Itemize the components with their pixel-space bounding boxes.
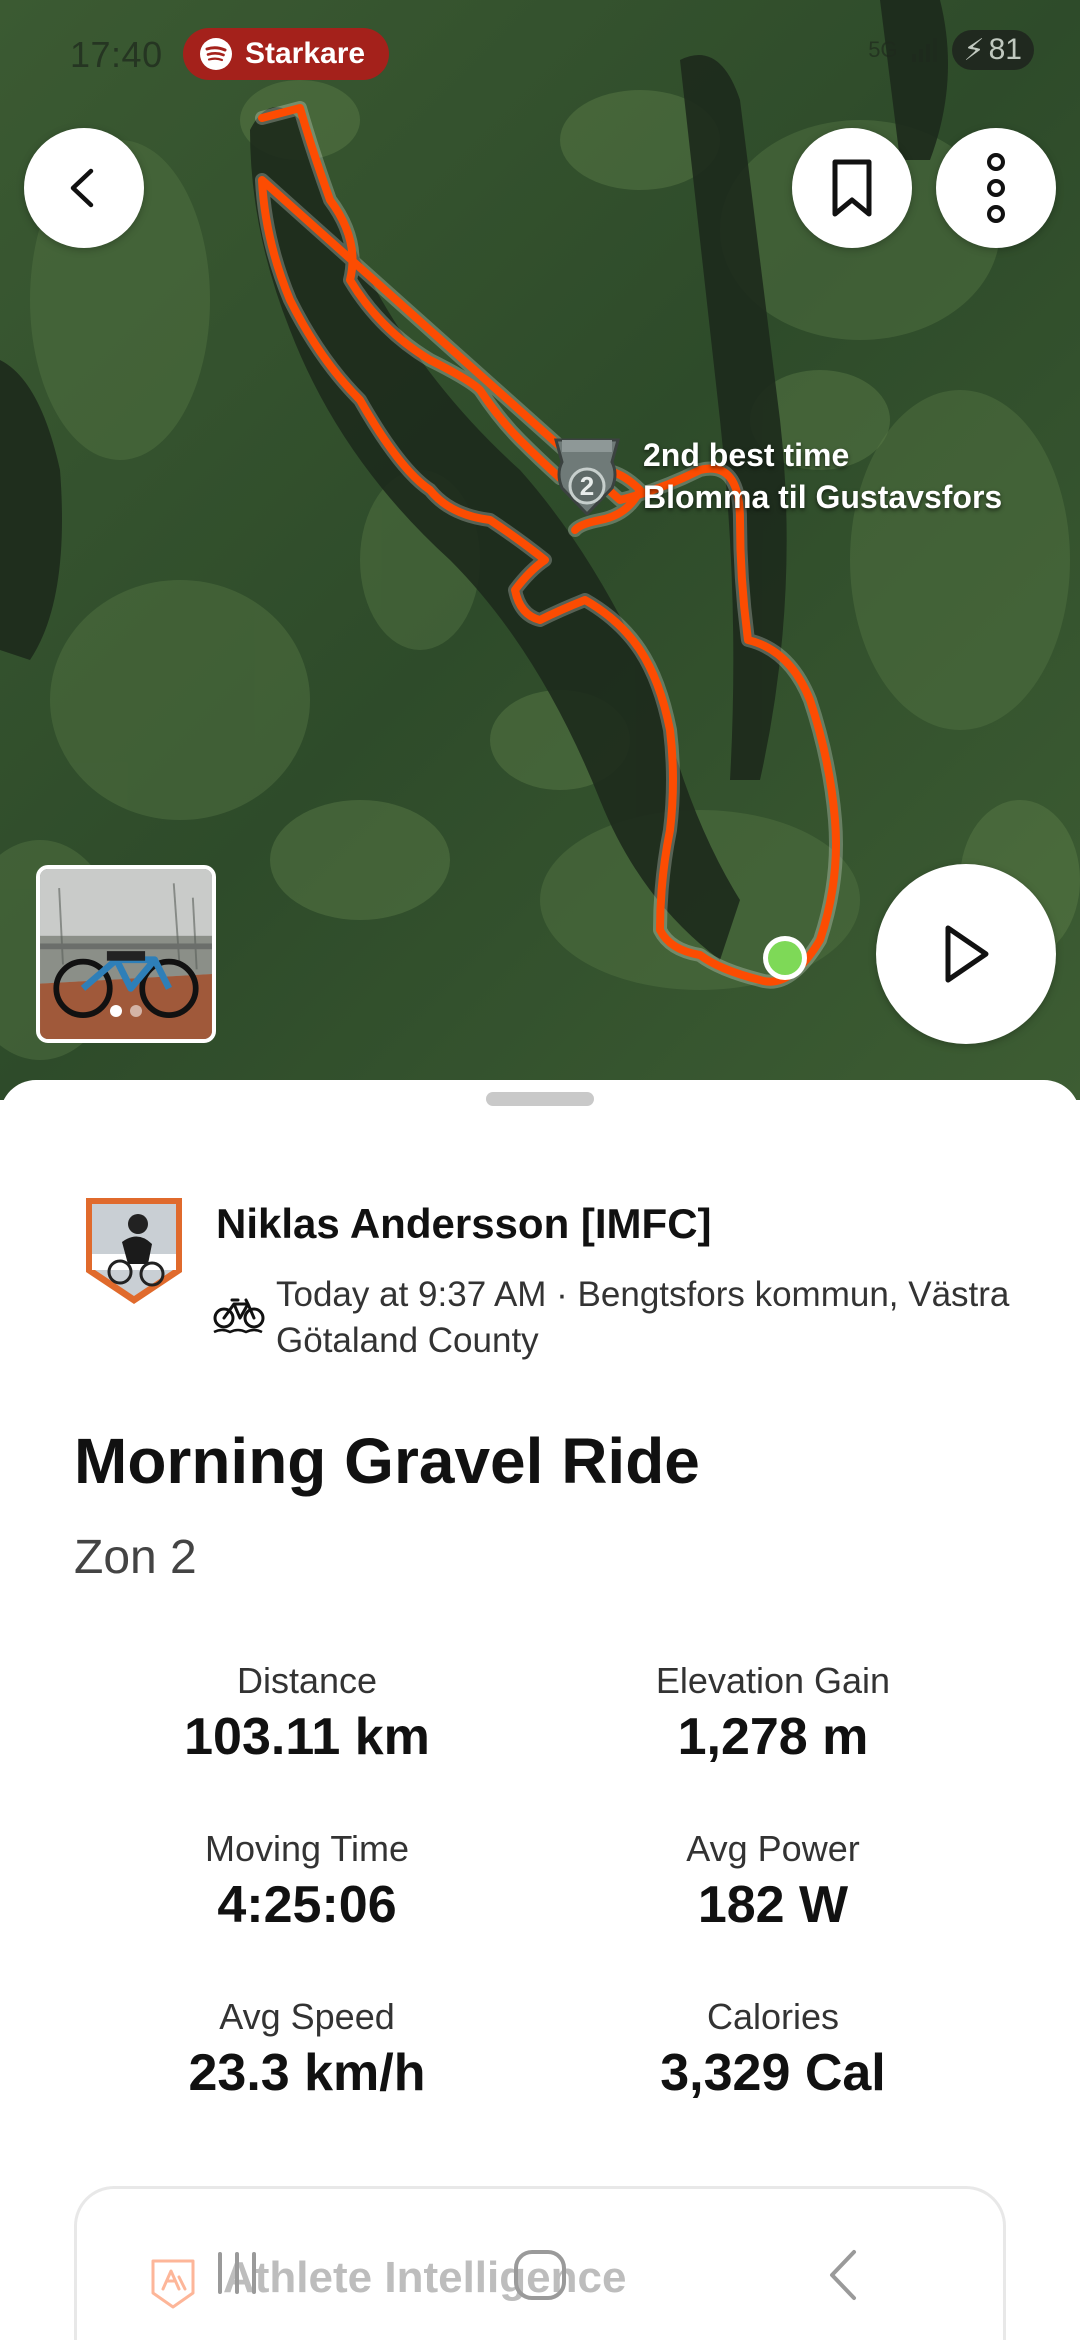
stat-elevation-gain: Elevation Gain 1,278 m — [540, 1660, 1006, 1768]
network-label: 5G — [868, 37, 898, 62]
system-back-icon[interactable] — [822, 2248, 866, 2302]
home-icon[interactable] — [512, 2248, 568, 2304]
stat-value: 182 W — [697, 1876, 849, 1934]
silver-medal-icon: 2 — [554, 438, 620, 517]
flyover-play-button[interactable] — [876, 864, 1056, 1044]
stat-label: Calories — [706, 1996, 840, 2037]
stat-value: 103.11 km — [184, 1708, 430, 1766]
activity-details-sheet[interactable]: Niklas Andersson [IMFC] Today at 9:37 AM… — [0, 1080, 1080, 2340]
stat-value: 23.3 km/h — [188, 2044, 426, 2102]
play-icon — [945, 925, 989, 983]
medal-rank: 2 — [580, 471, 594, 501]
athlete-avatar[interactable] — [82, 1194, 186, 1308]
activity-photo-thumbnail[interactable] — [36, 865, 216, 1043]
stat-calories: Calories 3,329 Cal — [540, 1996, 1006, 2104]
more-options-button[interactable] — [936, 128, 1056, 248]
stat-avg-speed: Avg Speed 23.3 km/h — [74, 1996, 540, 2104]
segment-name: Blomma til Gustavsfors — [643, 479, 1003, 515]
stat-value: 1,278 m — [677, 1708, 869, 1766]
stat-label: Elevation Gain — [655, 1660, 891, 1701]
system-navigation-bar — [0, 2230, 1080, 2340]
more-vertical-icon — [987, 153, 1005, 223]
signal-icon — [911, 38, 937, 62]
battery-indicator: ⚡ 81 — [951, 30, 1034, 70]
stat-value: 4:25:06 — [217, 1876, 397, 1934]
spotify-now-playing-pill[interactable]: Starkare — [183, 28, 390, 80]
recent-apps-icon[interactable] — [212, 2248, 262, 2298]
pager-dot-active — [110, 1005, 122, 1017]
segment-rank-text: 2nd best time — [643, 437, 850, 473]
start-marker — [768, 941, 802, 975]
activity-description: Zon 2 — [74, 1531, 197, 1584]
charging-icon: ⚡ — [963, 33, 985, 67]
stat-label: Avg Power — [686, 1828, 860, 1869]
gravel-bike-icon — [213, 1298, 265, 1334]
bookmark-icon — [832, 159, 872, 217]
status-icons: 5G ⚡ 81 — [868, 30, 1034, 70]
back-button[interactable] — [24, 128, 144, 248]
spotify-icon — [200, 38, 232, 70]
chevron-left-icon — [70, 168, 94, 208]
route-map[interactable]: 17:40 Starkare 5G ⚡ 81 2 2nd best time B… — [0, 0, 1080, 1100]
photo-pager-dots — [40, 1005, 212, 1017]
stat-distance: Distance 103.11 km — [74, 1660, 540, 1768]
stat-avg-power: Avg Power 182 W — [540, 1828, 1006, 1936]
activity-time-location: Today at 9:37 AM · Bengtsfors kommun, Vä… — [276, 1275, 1010, 1360]
save-route-button[interactable] — [792, 128, 912, 248]
pager-dot — [130, 1005, 142, 1017]
stat-label: Distance — [236, 1660, 378, 1701]
segment-achievement-label[interactable]: 2nd best time Blomma til Gustavsfors — [643, 434, 1002, 518]
athlete-name[interactable]: Niklas Andersson [IMFC] — [216, 1200, 712, 1248]
stat-moving-time: Moving Time 4:25:06 — [74, 1828, 540, 1936]
activity-title: Morning Gravel Ride — [74, 1425, 700, 1497]
sheet-drag-handle[interactable] — [486, 1092, 594, 1106]
stat-label: Avg Speed — [219, 1996, 395, 2037]
stat-label: Moving Time — [204, 1828, 410, 1869]
spotify-label: Starkare — [245, 37, 366, 70]
status-time: 17:40 — [70, 34, 163, 75]
battery-level: 81 — [988, 33, 1022, 66]
stat-value: 3,329 Cal — [660, 2044, 886, 2102]
